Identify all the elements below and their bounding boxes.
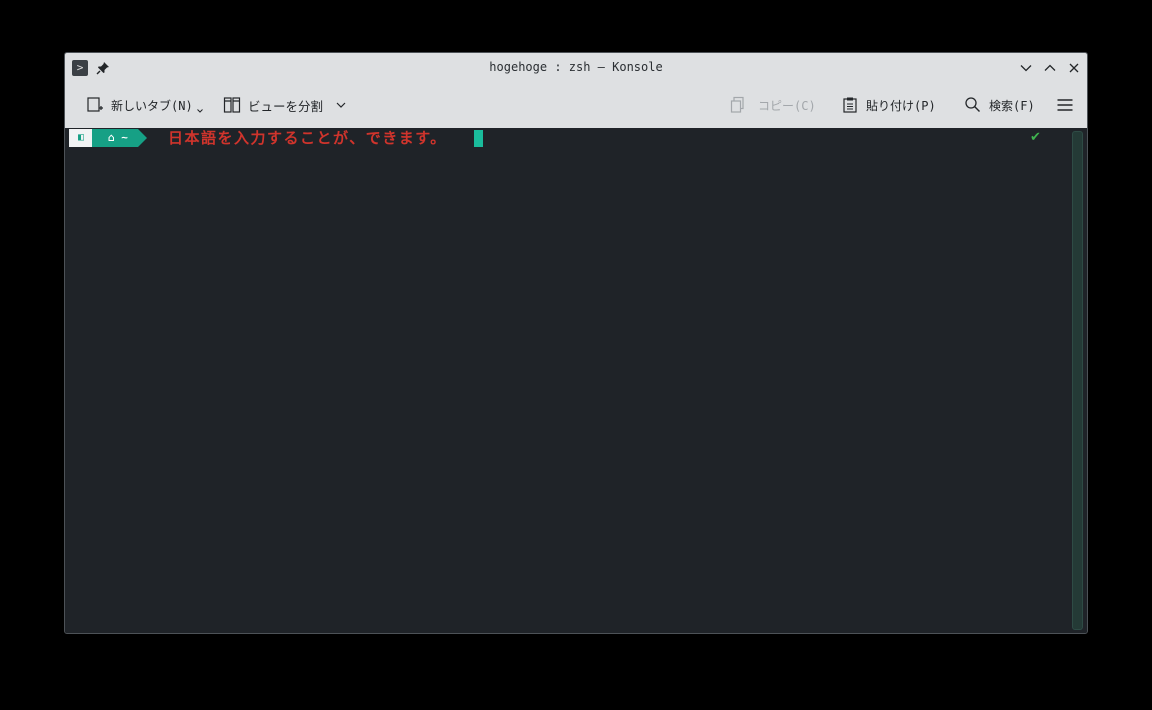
konsole-window: > hogehoge : zsh — Konsole 新しいタブ(N) ビューを… bbox=[64, 52, 1088, 634]
chevron-up-icon bbox=[1044, 64, 1056, 71]
hamburger-menu-icon bbox=[1057, 99, 1073, 111]
search-icon bbox=[965, 97, 980, 112]
command-text: 日本語を入力することが、できます。 bbox=[168, 129, 447, 147]
close-button[interactable] bbox=[1066, 60, 1082, 76]
chevron-down-icon bbox=[1020, 65, 1032, 72]
new-tab-icon bbox=[87, 97, 103, 112]
prompt: ◧ ⌂ ~ bbox=[69, 129, 147, 147]
prompt-os-segment: ◧ bbox=[69, 129, 102, 147]
paste-label: 貼り付け(P) bbox=[866, 98, 936, 113]
split-view-icon bbox=[223, 97, 241, 113]
os-icon: ◧ bbox=[78, 132, 85, 143]
toolbar: 新しいタブ(N) ビューを分割 コピー(C) 貼り付け(P) 検索(F) bbox=[65, 82, 1087, 129]
maximize-button[interactable] bbox=[1042, 60, 1058, 76]
copy-icon bbox=[730, 96, 744, 113]
hamburger-menu-button[interactable] bbox=[1056, 82, 1081, 128]
scrollbar[interactable] bbox=[1072, 131, 1083, 630]
new-tab-button[interactable]: 新しいタブ(N) bbox=[86, 82, 204, 128]
chevron-down-icon[interactable] bbox=[196, 107, 204, 115]
terminal-area[interactable]: ◧ ⌂ ~ 日本語を入力することが、できます。 ✔ bbox=[65, 128, 1087, 633]
search-button[interactable]: 検索(F) bbox=[964, 82, 1035, 128]
window-title: hogehoge : zsh — Konsole bbox=[489, 60, 663, 74]
copy-button[interactable]: コピー(C) bbox=[729, 82, 816, 128]
copy-label: コピー(C) bbox=[758, 98, 816, 113]
split-view-button[interactable]: ビューを分割 bbox=[223, 82, 354, 128]
close-icon bbox=[1069, 63, 1079, 73]
prompt-dir: ⌂ ~ bbox=[108, 131, 128, 144]
minimize-button[interactable] bbox=[1018, 60, 1034, 76]
status-check-icon: ✔ bbox=[1030, 130, 1041, 145]
chevron-down-icon[interactable] bbox=[335, 99, 347, 111]
new-tab-label: 新しいタブ(N) bbox=[111, 98, 193, 113]
title-bar[interactable]: > hogehoge : zsh — Konsole bbox=[65, 53, 1087, 82]
split-view-label: ビューを分割 bbox=[248, 98, 324, 114]
text-cursor bbox=[474, 130, 483, 147]
paste-button[interactable]: 貼り付け(P) bbox=[841, 82, 936, 128]
search-label: 検索(F) bbox=[989, 98, 1035, 113]
prompt-dir-segment: ⌂ ~ bbox=[92, 129, 147, 147]
paste-icon bbox=[843, 97, 857, 113]
